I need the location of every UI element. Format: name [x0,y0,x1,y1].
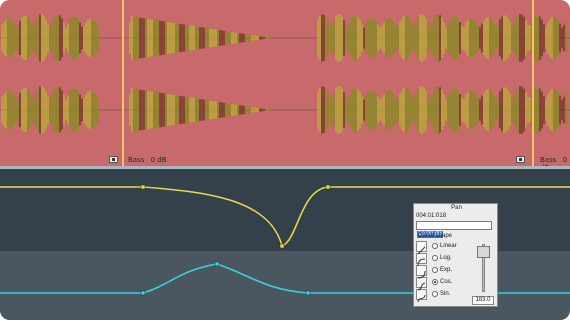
radio-sin[interactable] [432,291,438,297]
option-linear[interactable]: Linear [432,243,457,249]
daw-window: ▪ Bass 0 dB ▪ Bass 0 dB Pan 004:01:018 1… [0,0,570,320]
option-linear-label: Linear [440,243,457,249]
option-cos-label: Cos. [440,279,453,285]
exp-curve-icon[interactable] [416,265,427,279]
radio-exp[interactable] [432,267,438,273]
option-sin[interactable]: Sin. [432,291,450,297]
curve-slider-thumb[interactable] [477,246,490,258]
linear-curve-icon[interactable] [416,241,427,255]
sin-curve-icon[interactable] [416,289,427,303]
option-log-label: Log. [440,255,452,261]
curve-shape-label: Curve shape [418,233,453,239]
option-sin-label: Sin. [440,291,451,297]
option-cos[interactable]: Cos. [432,279,452,285]
automation-node[interactable] [140,184,146,190]
dialog-time: 004:01:018 [416,213,447,219]
radio-log[interactable] [432,255,438,261]
cos-curve-icon[interactable] [416,277,427,291]
automation-node[interactable] [140,290,146,296]
option-exp-label: Exp. [440,267,453,273]
automation-node[interactable] [279,243,285,249]
option-exp[interactable]: Exp. [432,267,452,273]
log-curve-icon[interactable] [416,253,427,267]
curve-shape-dialog: Pan 004:01:018 10.00 dB Curve shape Line… [413,203,498,307]
automation-node[interactable] [305,290,311,296]
curve-shape-icons [416,241,427,303]
radio-cos[interactable] [432,279,438,285]
value-input[interactable]: 10.00 dB [416,221,492,238]
automation-node[interactable] [214,261,220,267]
automation-node[interactable] [325,184,331,190]
radio-linear[interactable] [432,243,438,249]
slider-value[interactable]: 183.0 [472,296,494,305]
option-log[interactable]: Log. [432,255,452,261]
dialog-title: Pan [451,205,462,211]
